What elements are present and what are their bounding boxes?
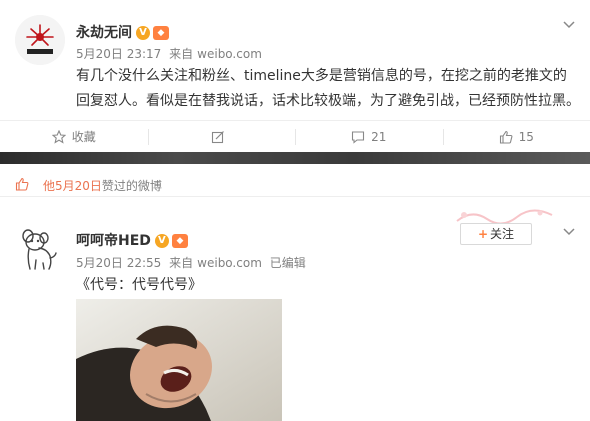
- liked-by-who[interactable]: 他5月20日: [43, 179, 102, 193]
- follow-label: 关注: [490, 227, 515, 241]
- member-badge-icon: ◆: [153, 26, 169, 40]
- post-image[interactable]: [76, 299, 282, 421]
- post-actions: 收藏 21 15: [0, 120, 590, 152]
- member-badge-icon: ◆: [171, 234, 188, 248]
- username[interactable]: 永劫无间: [76, 25, 132, 41]
- repost-icon: [212, 130, 225, 143]
- post-date[interactable]: 5月20日 22:55: [76, 256, 161, 270]
- post-author[interactable]: 呵呵帝HED V ◆: [76, 230, 188, 250]
- avatar[interactable]: [15, 225, 65, 275]
- post-text: 《代号：代号代号》: [76, 277, 202, 293]
- post-date[interactable]: 5月20日 23:17: [76, 47, 161, 61]
- chevron-down-icon[interactable]: [563, 18, 575, 30]
- favorite-label: 收藏: [71, 130, 96, 144]
- verified-v-icon: V: [154, 234, 169, 248]
- post-meta: 5月20日 22:55 来自 weibo.com 已编辑: [76, 254, 310, 271]
- weibo-post-card: 呵呵帝HED V ◆ + 关注 5月20日 22:55 来自 weibo.com 已编辑…: [0, 205, 590, 421]
- liked-by-bar: 他5月20日赞过的微博: [0, 173, 590, 197]
- chevron-down-icon[interactable]: [563, 225, 575, 237]
- plus-icon: +: [477, 227, 489, 241]
- favorite-button[interactable]: 收藏: [0, 121, 148, 152]
- source-link[interactable]: weibo.com: [197, 47, 262, 61]
- follow-button[interactable]: + 关注: [460, 223, 532, 245]
- star-icon: [51, 129, 66, 144]
- like-button[interactable]: 15: [442, 121, 590, 152]
- laughing-man-image: [76, 299, 282, 421]
- thumbs-up-icon: [499, 130, 513, 144]
- next-card-media-strip: [0, 152, 590, 164]
- weibo-post-card: 永劫无间 V ◆ 5月20日 23:17 来自 weibo.com 有几个没什么关注和…: [0, 0, 590, 152]
- thumbs-up-icon: [15, 177, 29, 191]
- repost-button[interactable]: [147, 121, 296, 152]
- liked-by-text: 他5月20日赞过的微博: [43, 177, 162, 194]
- like-count: 15: [518, 129, 534, 144]
- avatar[interactable]: [15, 15, 65, 65]
- post-author[interactable]: 永劫无间 V ◆: [76, 22, 169, 42]
- comment-button[interactable]: 21: [295, 121, 443, 152]
- username[interactable]: 呵呵帝HED: [76, 233, 151, 249]
- comment-count: 21: [371, 129, 387, 144]
- source-prefix: 来自: [169, 256, 194, 270]
- source-prefix: 来自: [169, 47, 194, 61]
- edited-label[interactable]: 已编辑: [270, 256, 306, 270]
- puppy-sketch-icon: [22, 229, 57, 270]
- liked-by-what: 赞过的微博: [101, 179, 162, 193]
- source-link[interactable]: weibo.com: [197, 256, 262, 270]
- post-meta: 5月20日 23:17 来自 weibo.com: [76, 45, 266, 62]
- verified-v-icon: V: [136, 26, 150, 40]
- comment-icon: [352, 130, 365, 144]
- avatar-logo-icon: [15, 15, 65, 65]
- post-text: 有几个没什么关注和粉丝、timeline大多是营销信息的号，在挖之前的老推文的回…: [76, 68, 580, 109]
